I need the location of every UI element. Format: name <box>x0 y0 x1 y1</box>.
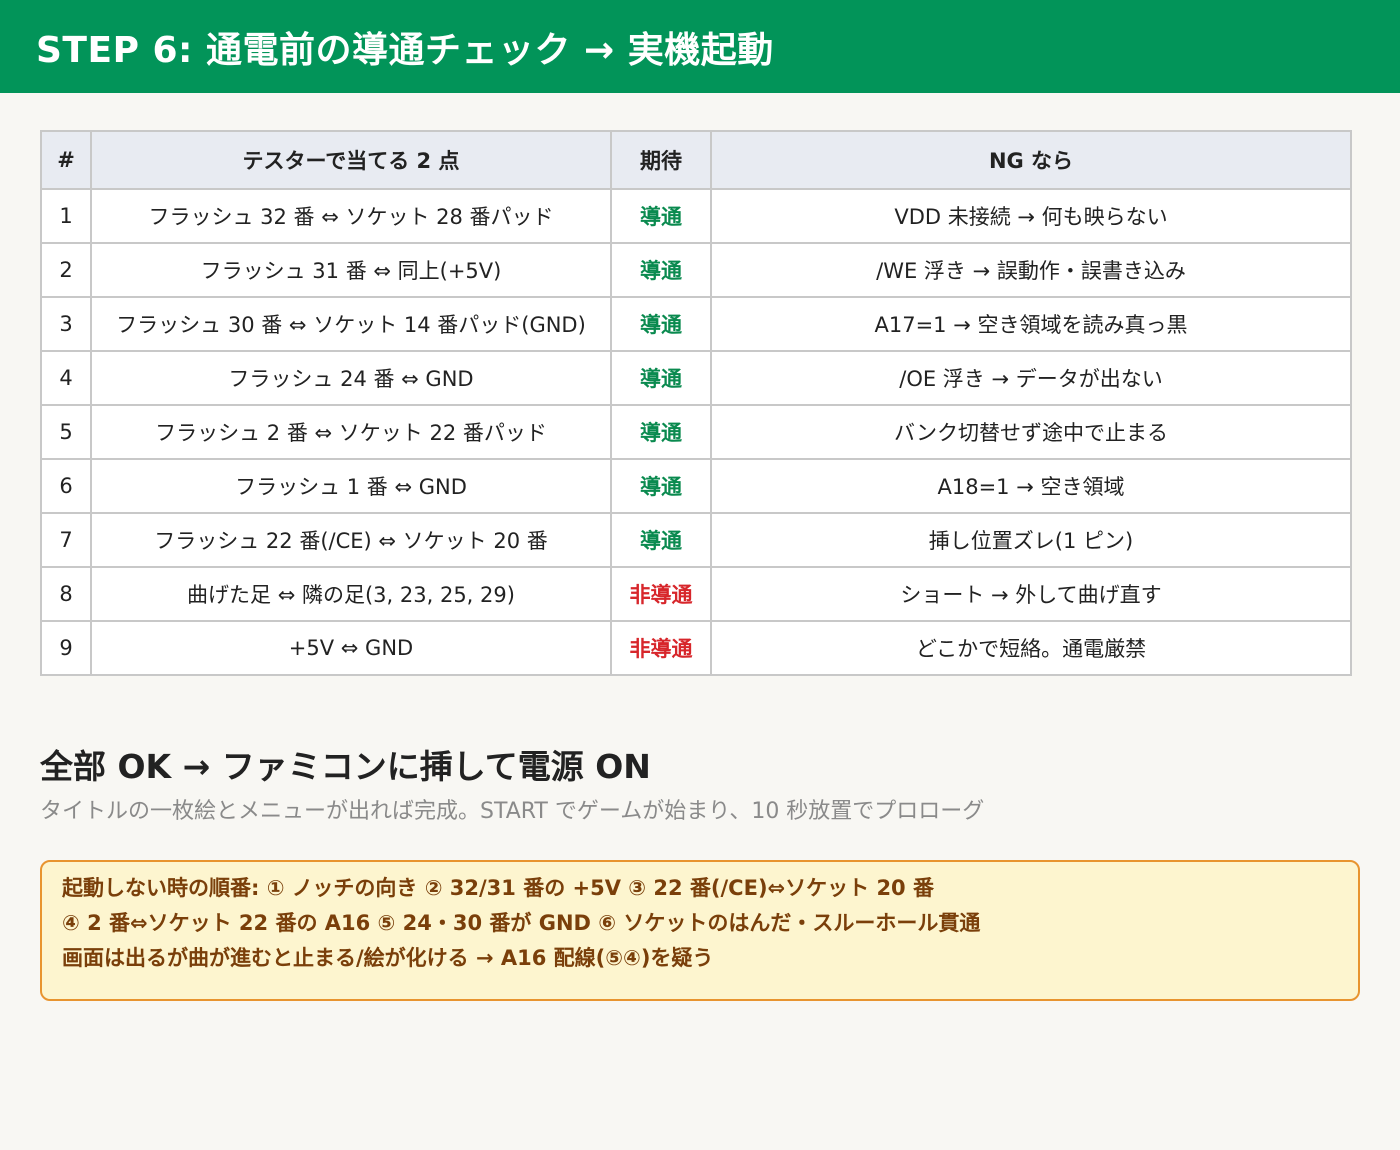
header-number: # <box>40 130 92 190</box>
row-expected: 導通 <box>610 188 712 244</box>
page-title: STEP 6: 通電前の導通チェック → 実機起動 <box>36 29 774 71</box>
table-row: 2 フラッシュ 31 番 ⇔ 同上(+5V) 導通/WE 浮き → 誤動作・誤書き込… <box>40 242 1352 298</box>
row-test-points: フラッシュ 32 番 ⇔ ソケット 28 番パッド <box>90 188 612 244</box>
note-line: 起動しない時の順番: ① ノッチの向き ② 32/31 番の +5V ③ 22 … <box>62 876 934 900</box>
page-header: STEP 6: 通電前の導通チェック → 実機起動 <box>0 0 1400 93</box>
row-expected: 導通 <box>610 242 712 298</box>
note-line: 画面は出るが曲が進むと止まる/絵が化ける → A16 配線(⑤④)を疑う <box>62 946 714 970</box>
row-test-points: フラッシュ 22 番(/CE) ⇔ ソケット 20 番 <box>90 512 612 568</box>
row-expected: 非導通 <box>610 566 712 622</box>
row-test-points: フラッシュ 2 番 ⇔ ソケット 22 番パッド <box>90 404 612 460</box>
row-number: 4 <box>40 350 92 406</box>
row-test-points: +5V ⇔ GND <box>90 620 612 676</box>
table-body: 1 フラッシュ 32 番 ⇔ ソケット 28 番パッド 導通 VDD 未接続 → 何も… <box>40 188 1352 676</box>
row-test-points: フラッシュ 1 番 ⇔ GND <box>90 458 612 514</box>
header-if-ng: NG なら <box>710 130 1352 190</box>
row-if-ng: ショート → 外して曲げ直す <box>710 566 1352 622</box>
row-number: 7 <box>40 512 92 568</box>
row-if-ng: A18=1 → 空き領域 <box>710 458 1352 514</box>
summary-subtitle: タイトルの一枚絵とメニューが出れば完成。START でゲームが始まり、10 秒放… <box>40 799 985 824</box>
row-if-ng: バンク切替せず途中で止まる <box>710 404 1352 460</box>
header-test-points: テスターで当てる 2 点 <box>90 130 612 190</box>
row-if-ng: /WE 浮き → 誤動作・誤書き込み <box>710 242 1352 298</box>
continuity-table: # テスターで当てる 2 点 期待 NG なら 1 フラッシュ 32 番 ⇔ ソケ… <box>40 130 1352 676</box>
table-row: 3 フラッシュ 30 番 ⇔ ソケット 14 番パッド(GND) 導通 A17=1 →… <box>40 296 1352 352</box>
row-test-points: 曲げた足 ⇔ 隣の足(3, 23, 25, 29) <box>90 566 612 622</box>
row-number: 8 <box>40 566 92 622</box>
row-number: 3 <box>40 296 92 352</box>
note-line: ④ 2 番⇔ソケット 22 番の A16 ⑤ 24・30 番が GND ⑥ ソケ… <box>62 911 981 935</box>
row-expected: 非導通 <box>610 620 712 676</box>
row-expected: 導通 <box>610 458 712 514</box>
troubleshooting-note: 起動しない時の順番: ① ノッチの向き ② 32/31 番の +5V ③ 22 … <box>40 860 1360 1001</box>
row-expected: 導通 <box>610 350 712 406</box>
row-test-points: フラッシュ 24 番 ⇔ GND <box>90 350 612 406</box>
header-expected: 期待 <box>610 130 712 190</box>
table-row: 1 フラッシュ 32 番 ⇔ ソケット 28 番パッド 導通 VDD 未接続 → 何も… <box>40 188 1352 244</box>
row-test-points: フラッシュ 31 番 ⇔ 同上(+5V) <box>90 242 612 298</box>
table-row: 7 フラッシュ 22 番(/CE) ⇔ ソケット 20 番導通 挿し位置ズレ(1 ピ… <box>40 512 1352 568</box>
row-expected: 導通 <box>610 296 712 352</box>
summary-title: 全部 OK → ファミコンに挿して電源 ON <box>40 747 651 786</box>
table-row: 6 フラッシュ 1 番 ⇔ GND 導通 A18=1 → 空き領域 <box>40 458 1352 514</box>
row-number: 5 <box>40 404 92 460</box>
table-row: 5 フラッシュ 2 番 ⇔ ソケット 22 番パッド 導通 バンク切替せず途中で止まる <box>40 404 1352 460</box>
row-number: 1 <box>40 188 92 244</box>
row-expected: 導通 <box>610 512 712 568</box>
continuity-table-container: # テスターで当てる 2 点 期待 NG なら 1 フラッシュ 32 番 ⇔ ソケ… <box>40 130 1352 676</box>
table-header-row: # テスターで当てる 2 点 期待 NG なら <box>40 130 1352 190</box>
row-test-points: フラッシュ 30 番 ⇔ ソケット 14 番パッド(GND) <box>90 296 612 352</box>
table-row: 4 フラッシュ 24 番 ⇔ GND 導通/OE 浮き → データが出ない <box>40 350 1352 406</box>
row-if-ng: /OE 浮き → データが出ない <box>710 350 1352 406</box>
row-if-ng: VDD 未接続 → 何も映らない <box>710 188 1352 244</box>
row-if-ng: A17=1 → 空き領域を読み真っ黒 <box>710 296 1352 352</box>
row-if-ng: どこかで短絡。通電厳禁 <box>710 620 1352 676</box>
row-number: 9 <box>40 620 92 676</box>
row-number: 6 <box>40 458 92 514</box>
row-number: 2 <box>40 242 92 298</box>
row-if-ng: 挿し位置ズレ(1 ピン) <box>710 512 1352 568</box>
row-expected: 導通 <box>610 404 712 460</box>
table-row: 8 曲げた足 ⇔ 隣の足(3, 23, 25, 29) 非導通 ショート → 外して曲… <box>40 566 1352 622</box>
table-row: 9 +5V ⇔ GND 非導通 どこかで短絡。通電厳禁 <box>40 620 1352 676</box>
